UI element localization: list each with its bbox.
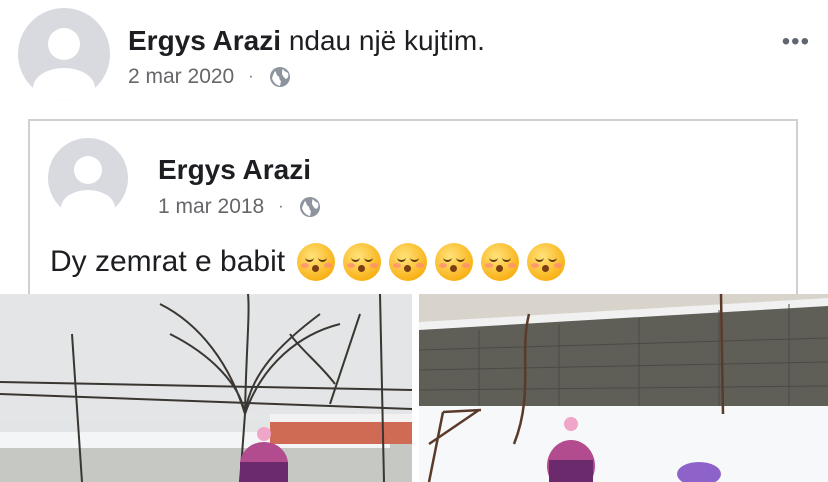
post-date[interactable]: 2 mar 2020 [128,65,234,89]
author-avatar[interactable] [18,8,110,100]
emoji-row [297,243,573,281]
more-options-icon[interactable]: ••• [782,28,810,56]
meta-separator: · [278,198,284,215]
shared-post-text: Dy zemrat e babit [50,243,573,281]
kissing-face-smiling-eyes-emoji [435,243,474,281]
kissing-face-smiling-eyes-emoji [481,243,520,281]
shared-meta: 1 mar 2018 · [158,195,322,219]
kissing-face-smiling-eyes-emoji [527,243,566,281]
post-author-name[interactable]: Ergys Arazi [128,25,281,56]
globe-icon[interactable] [298,195,322,219]
shared-text: Dy zemrat e babit [50,245,286,278]
photo-left[interactable] [0,294,412,482]
post-header: Ergys Arazi ndau një kujtim. [128,24,485,58]
meta-separator: · [248,68,254,85]
snow-garden-photo-icon [419,294,828,482]
post-meta: 2 mar 2020 · [128,65,292,89]
photo-right[interactable] [419,294,828,482]
post-action-text: ndau një kujtim. [288,25,485,56]
globe-icon[interactable] [268,65,292,89]
kissing-face-smiling-eyes-emoji [297,243,336,281]
avatar-placeholder-body [33,68,95,100]
shared-author-name[interactable]: Ergys Arazi [158,154,311,186]
avatar-placeholder-head [48,28,80,60]
avatar-placeholder-head [74,156,102,184]
shared-date[interactable]: 1 mar 2018 [158,195,264,219]
kissing-face-smiling-eyes-emoji [343,243,382,281]
snow-garden-photo-icon [0,294,412,482]
avatar-placeholder-body [61,190,115,218]
kissing-face-smiling-eyes-emoji [389,243,428,281]
shared-author-avatar[interactable] [48,138,128,218]
